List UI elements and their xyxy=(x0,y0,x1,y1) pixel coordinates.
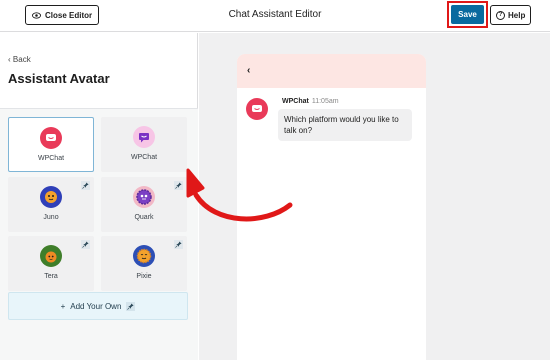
message-header: WPChat 11:05am xyxy=(282,98,339,105)
pixie-avatar-icon xyxy=(133,245,155,267)
message-bubble: Which platform would you like to talk on… xyxy=(278,109,412,141)
top-bar: Close Editor Chat Assistant Editor Save … xyxy=(0,0,550,32)
avatar-tile-tera[interactable]: Tera xyxy=(8,236,94,291)
assistant-avatar-icon xyxy=(246,98,268,120)
help-icon: ? xyxy=(496,10,505,20)
quark-avatar-icon xyxy=(133,186,155,208)
help-label: Help xyxy=(508,10,526,20)
tera-avatar-icon xyxy=(40,245,62,267)
pin-icon xyxy=(174,181,183,190)
back-label: Back xyxy=(12,55,31,64)
wpchat-avatar-icon xyxy=(40,127,62,149)
avatar-tile-juno[interactable]: Juno xyxy=(8,177,94,232)
avatar-name: Tera xyxy=(44,273,58,280)
avatar-grid: WPChat WPChat Juno Quark Tera Pixie + Ad… xyxy=(0,108,198,360)
wpchat-alt-avatar-icon xyxy=(133,126,155,148)
sidebar: ‹ Back Assistant Avatar WPChat WPChat Ju… xyxy=(0,33,198,360)
chat-preview-header: ‹ xyxy=(237,54,426,88)
avatar-tile-wpchat-alt[interactable]: WPChat xyxy=(101,117,187,172)
add-your-own-label: Add Your Own xyxy=(70,301,122,311)
message-time: 11:05am xyxy=(311,98,339,105)
add-your-own-button[interactable]: + Add Your Own xyxy=(8,292,188,320)
avatar-name: Pixie xyxy=(136,273,152,280)
sidebar-title: Assistant Avatar xyxy=(8,71,110,86)
message-sender: WPChat xyxy=(282,98,309,105)
avatar-name: WPChat xyxy=(37,155,65,162)
avatar-tile-pixie[interactable]: Pixie xyxy=(101,236,187,291)
save-button[interactable]: Save xyxy=(451,5,484,24)
pin-icon xyxy=(81,240,90,249)
avatar-tile-quark[interactable]: Quark xyxy=(101,177,187,232)
avatar-name: Quark xyxy=(134,214,154,221)
back-link[interactable]: ‹ Back xyxy=(8,55,31,64)
chevron-left-icon: ‹ xyxy=(8,55,11,64)
pin-icon xyxy=(126,301,136,311)
plus-icon: + xyxy=(60,301,66,311)
pin-icon xyxy=(81,181,90,190)
avatar-tile-wpchat[interactable]: WPChat xyxy=(8,117,94,172)
avatar-name: Juno xyxy=(43,214,59,221)
chevron-left-icon[interactable]: ‹ xyxy=(247,65,250,76)
preview-canvas: ‹ WPChat 11:05am Which platform would you… xyxy=(199,33,550,360)
juno-avatar-icon xyxy=(40,186,62,208)
help-button[interactable]: ? Help xyxy=(490,5,532,25)
avatar-name: WPChat xyxy=(130,154,158,161)
chat-preview-window: ‹ WPChat 11:05am Which platform would you… xyxy=(237,54,426,360)
pin-icon xyxy=(174,240,183,249)
